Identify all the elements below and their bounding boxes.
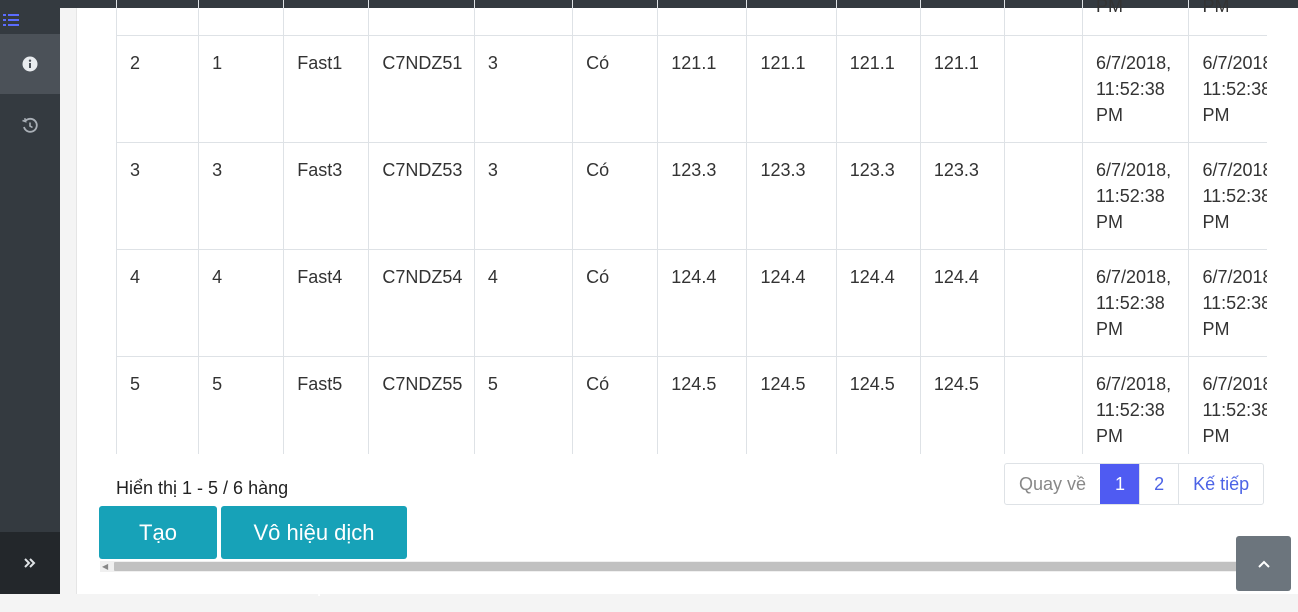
table-cell: 3 bbox=[198, 142, 285, 250]
table-cell: 6/7/2018, 11:52:38 PM bbox=[1188, 249, 1267, 357]
table-cell: 5 bbox=[198, 356, 285, 454]
table-cell: 4 bbox=[473, 249, 574, 357]
table-cell bbox=[572, 0, 659, 36]
horizontal-scrollbar[interactable]: ◀ bbox=[100, 561, 1262, 572]
table-cell: 124.5 bbox=[746, 356, 837, 454]
table-cell: 4 bbox=[116, 249, 200, 357]
table-row: 3 3 Fast3 C7NDZ53 3 Có 123.3 123.3 123.3 123.3 6/7… bbox=[116, 142, 1267, 250]
list-icon[interactable] bbox=[0, 8, 60, 34]
table-cell: 6/7/2018, 11:52:38 PM bbox=[1082, 142, 1190, 250]
table-cell: 6/7/2018, 11:52:38 PM bbox=[1082, 356, 1190, 454]
chevron-up-icon bbox=[1257, 560, 1270, 568]
table-cell: 2 bbox=[116, 35, 200, 143]
table-cell bbox=[1003, 249, 1084, 357]
table-cell: 121.1 bbox=[919, 35, 1005, 143]
sidebar-item-history[interactable] bbox=[0, 96, 60, 156]
data-table: PM PM 2 1 Fast1 C7NDZ51 3 Có 121.1 121.1 121.1 121.… bbox=[116, 0, 1267, 454]
table-cell bbox=[368, 0, 475, 36]
table-cell bbox=[1003, 0, 1084, 36]
table-cell: 3 bbox=[473, 142, 574, 250]
info-icon bbox=[22, 56, 38, 72]
table-cell bbox=[198, 0, 285, 36]
table-cell: 124.5 bbox=[657, 356, 748, 454]
table-cell: Có bbox=[572, 142, 659, 250]
table-cell: Fast3 bbox=[283, 142, 370, 250]
scroll-left-icon[interactable]: ◀ bbox=[102, 561, 108, 572]
table-cell: 6/7/2018, 11:52:38 PM bbox=[1082, 35, 1190, 143]
table-cell: 121.1 bbox=[835, 35, 921, 143]
table-cell: 123.3 bbox=[746, 142, 837, 250]
pagination-next[interactable]: Kế tiếp bbox=[1178, 464, 1263, 504]
table-cell: 3 bbox=[473, 35, 574, 143]
table-cell: 5 bbox=[116, 356, 200, 454]
table-cell bbox=[657, 0, 748, 36]
create-button[interactable]: Tạo mới bbox=[99, 506, 217, 598]
pagination-prev[interactable]: Quay về bbox=[1005, 464, 1100, 504]
table-cell: Fast4 bbox=[283, 249, 370, 357]
table-cell: PM bbox=[1082, 0, 1190, 36]
table-cell: C7NDZ55 bbox=[368, 356, 475, 454]
sidebar-item-info[interactable] bbox=[0, 34, 60, 94]
table-cell bbox=[283, 0, 370, 36]
table-cell: 124.4 bbox=[835, 249, 921, 357]
pagination: Quay về 1 2 Kế tiếp bbox=[1004, 463, 1265, 505]
table-row: 4 4 Fast4 C7NDZ54 4 Có 124.4 124.4 124.4 124.4 6/7… bbox=[116, 249, 1267, 357]
table-cell: C7NDZ54 bbox=[368, 249, 475, 357]
table-cell: 124.5 bbox=[919, 356, 1005, 454]
table-cell: 4 bbox=[198, 249, 285, 357]
double-chevron-right-icon bbox=[24, 558, 36, 568]
table-cell: 121.1 bbox=[657, 35, 748, 143]
table-cell: 124.4 bbox=[919, 249, 1005, 357]
table-cell bbox=[1003, 142, 1084, 250]
table-cell bbox=[1003, 35, 1084, 143]
table-cell: 124.4 bbox=[657, 249, 748, 357]
table-cell: Fast5 bbox=[283, 356, 370, 454]
table-cell: 6/7/2018, 11:52:38 PM bbox=[1082, 249, 1190, 357]
table-cell: 6/7/2018, 11:52:38 PM bbox=[1188, 356, 1267, 454]
table-cell bbox=[116, 0, 200, 36]
table-cell bbox=[473, 0, 574, 36]
table-cell: 123.3 bbox=[657, 142, 748, 250]
history-icon bbox=[22, 117, 38, 133]
table-row-partial: PM PM bbox=[116, 0, 1267, 36]
disable-service-button[interactable]: Vô hiệu dịch vụ bbox=[221, 506, 407, 598]
table-cell: 121.1 bbox=[746, 35, 837, 143]
table-cell: 6/7/2018, 11:52:38 PM bbox=[1188, 35, 1267, 143]
pagination-page-2[interactable]: 2 bbox=[1139, 464, 1178, 504]
table-row: 2 1 Fast1 C7NDZ51 3 Có 121.1 121.1 121.1 121.1 6/7… bbox=[116, 35, 1267, 143]
table-cell: PM bbox=[1188, 0, 1267, 36]
table-cell: 1 bbox=[198, 35, 285, 143]
scrollbar-thumb[interactable] bbox=[114, 562, 1254, 571]
row-count-info: Hiển thị 1 - 5 / 6 hàng bbox=[116, 478, 289, 498]
table-cell bbox=[746, 0, 837, 36]
table-cell: Fast1 bbox=[283, 35, 370, 143]
table-cell: Có bbox=[572, 35, 659, 143]
table-cell: Có bbox=[572, 356, 659, 454]
table-cell bbox=[919, 0, 1005, 36]
table-row: 5 5 Fast5 C7NDZ55 5 Có 124.5 124.5 124.5 124.5 6/7… bbox=[116, 356, 1267, 454]
table-cell: 124.5 bbox=[835, 356, 921, 454]
sidebar bbox=[0, 0, 60, 594]
table-cell: 6/7/2018, 11:52:38 PM bbox=[1188, 142, 1267, 250]
pagination-page-1[interactable]: 1 bbox=[1100, 464, 1140, 504]
table-cell: 124.4 bbox=[746, 249, 837, 357]
table-cell: Có bbox=[572, 249, 659, 357]
scroll-to-top-button[interactable] bbox=[1236, 536, 1291, 591]
table-cell: C7NDZ53 bbox=[368, 142, 475, 250]
sidebar-collapse-button[interactable] bbox=[0, 532, 60, 594]
table-cell: 3 bbox=[116, 142, 200, 250]
table-cell bbox=[835, 0, 921, 36]
table-cell: C7NDZ51 bbox=[368, 35, 475, 143]
table-cell: 123.3 bbox=[919, 142, 1005, 250]
table-cell: 123.3 bbox=[835, 142, 921, 250]
table-cell: 5 bbox=[473, 356, 574, 454]
table-cell bbox=[1003, 356, 1084, 454]
